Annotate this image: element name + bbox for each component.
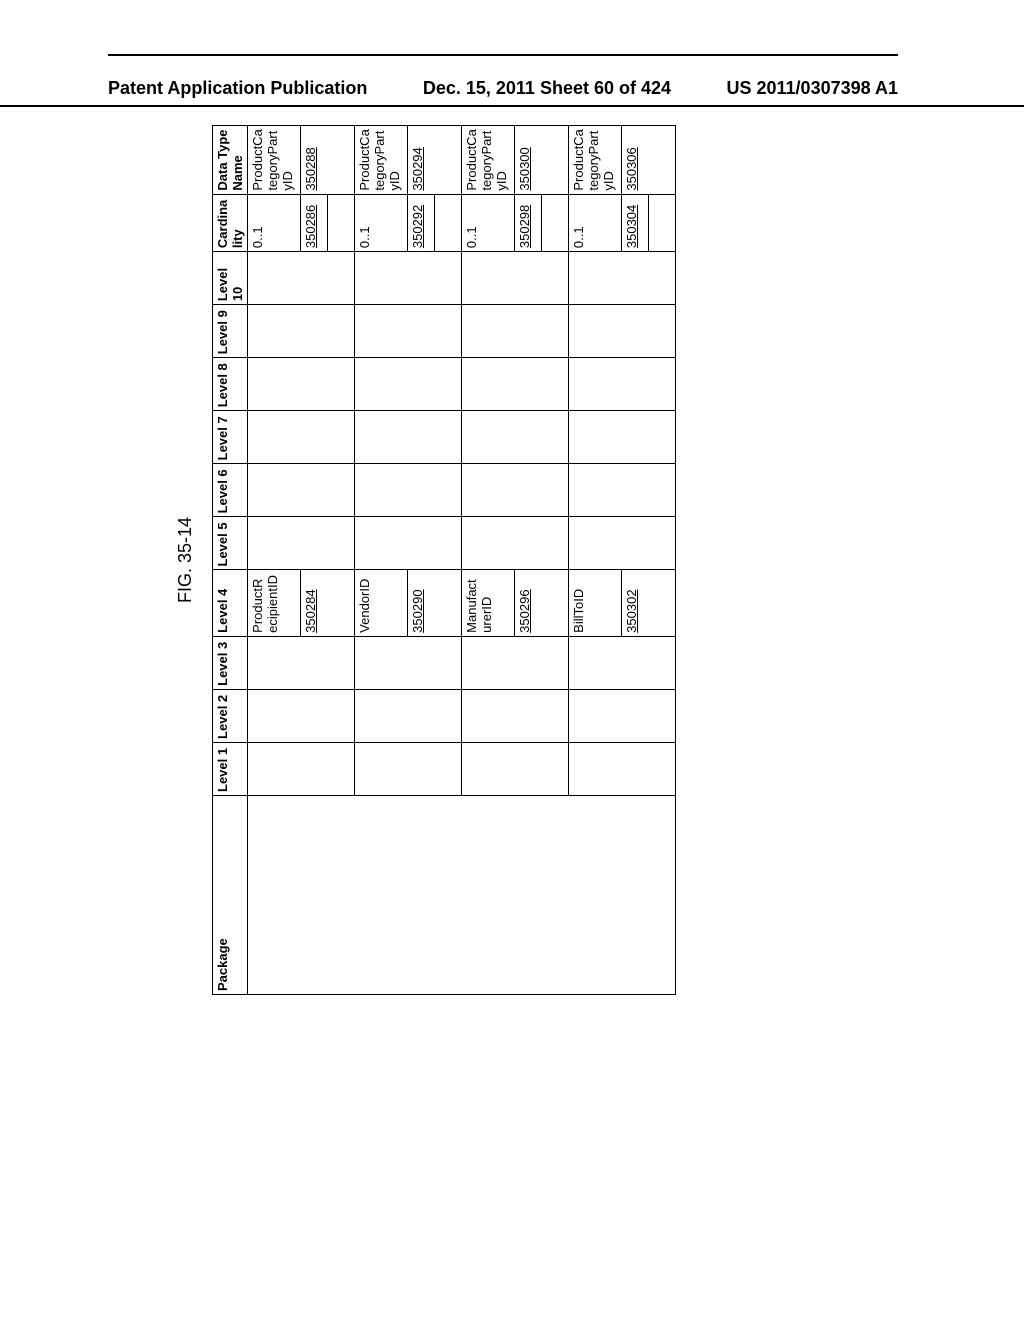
header-row: Package Level 1 Level 2 Level 3 Level 4 … [213, 126, 248, 995]
card-num: 350298 [517, 205, 532, 248]
page-header: Patent Application Publication Dec. 15, … [0, 78, 1024, 107]
datatype: ProductCategoryPartyID [569, 126, 622, 195]
header-center: Dec. 15, 2011 Sheet 60 of 424 [423, 78, 671, 99]
cardinality: 0..1 [569, 194, 622, 251]
col-l4: Level 4 [213, 570, 248, 636]
l4-name: ProductRecipientID [248, 570, 301, 636]
col-datatype: Data Type Name [213, 126, 248, 195]
col-l10: Level 10 [213, 252, 248, 305]
l4-num: 350296 [517, 589, 532, 632]
header-rule [108, 54, 898, 56]
l4-num: 350284 [303, 589, 318, 632]
package-cell [248, 796, 676, 995]
l4-num: 350302 [624, 589, 639, 632]
col-cardinality: Cardinality [213, 194, 248, 251]
col-l3: Level 3 [213, 636, 248, 689]
datatype: ProductCategoryPartyID [462, 126, 515, 195]
header-right: US 2011/0307398 A1 [727, 78, 898, 99]
dtype-num: 350300 [517, 147, 532, 190]
datatype: ProductCategoryPartyID [355, 126, 408, 195]
col-l2: Level 2 [213, 689, 248, 742]
header-left: Patent Application Publication [108, 78, 367, 99]
dtype-num: 350294 [410, 147, 425, 190]
cardinality: 0..1 [462, 194, 515, 251]
l4-num: 350290 [410, 589, 425, 632]
cardinality: 0..1 [355, 194, 408, 251]
l4-name: VendorID [355, 570, 408, 636]
dtype-num: 350306 [624, 147, 639, 190]
card-num: 350292 [410, 205, 425, 248]
card-num: 350286 [303, 205, 318, 248]
col-l6: Level 6 [213, 464, 248, 517]
patent-page: Patent Application Publication Dec. 15, … [0, 0, 1024, 1320]
col-l5: Level 5 [213, 517, 248, 570]
col-l8: Level 8 [213, 358, 248, 411]
l4-name: BillToID [569, 570, 622, 636]
col-package: Package [213, 796, 248, 995]
datatype: ProductCategoryPartyID [248, 126, 301, 195]
figure-label: FIG. 35-14 [175, 125, 196, 995]
col-l9: Level 9 [213, 305, 248, 358]
table-row: ProductRecipientID 0..1 ProductCategoryP… [248, 126, 301, 995]
schema-table: Package Level 1 Level 2 Level 3 Level 4 … [212, 125, 676, 995]
figure-rotated: FIG. 35-14 Package Level 1 Level 2 Level… [175, 230, 835, 890]
cardinality: 0..1 [248, 194, 301, 251]
col-l7: Level 7 [213, 411, 248, 464]
card-num: 350304 [624, 205, 639, 248]
l4-name: ManufacturerID [462, 570, 515, 636]
dtype-num: 350288 [303, 147, 318, 190]
col-l1: Level 1 [213, 742, 248, 795]
